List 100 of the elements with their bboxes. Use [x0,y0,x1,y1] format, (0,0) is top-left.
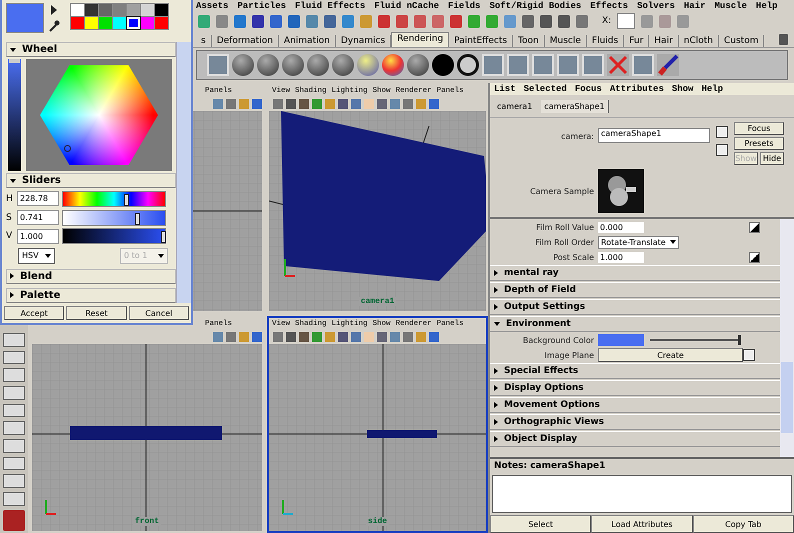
side-button[interactable]: Hide [760,152,784,165]
shelf-tab[interactable]: s [196,35,212,47]
bottom-button[interactable]: Copy Tab [692,515,794,533]
shelf-tab[interactable]: Fur [624,35,650,47]
notes-text-area[interactable] [492,475,792,513]
menu-item[interactable]: Muscle [714,1,747,11]
node-tab[interactable]: camera1 [494,100,536,112]
layout-icon[interactable] [3,492,25,506]
value-field[interactable]: 0.000 [598,222,644,232]
layout-icon[interactable] [3,404,25,418]
tool-icon[interactable] [378,14,390,28]
section-header[interactable]: mental ray [490,265,780,281]
render-window-icon[interactable] [557,54,579,76]
menu-item[interactable]: Effects [590,1,628,11]
shelf-tab[interactable]: Rendering [391,32,450,47]
color-swatch[interactable] [99,4,112,16]
color-swatch[interactable] [127,17,140,29]
color-swatch[interactable] [141,4,154,16]
slider-handle[interactable] [124,194,129,206]
channel-value-field[interactable]: 228.78 [17,191,59,206]
section-header[interactable]: Wheel [6,42,176,58]
channel-value-field[interactable]: 1.000 [17,228,59,244]
tool-icon[interactable] [450,14,462,28]
sphere-icon[interactable] [282,54,304,76]
create-button[interactable]: Create [598,348,743,362]
color-swatch[interactable] [141,17,154,29]
section-header[interactable]: Environment [490,316,780,332]
color-swatch[interactable] [127,4,140,16]
color-swatch[interactable] [71,17,84,29]
shelf-tab[interactable]: Fluids [586,35,624,47]
tool-icon[interactable] [576,14,588,28]
trash-icon[interactable] [779,34,788,45]
color-swatch[interactable] [155,4,168,16]
layout-icon[interactable] [3,421,25,435]
tool-icon[interactable] [396,14,408,28]
tool-icon[interactable] [252,14,264,28]
slider-track[interactable] [650,335,740,345]
side-button[interactable]: Focus [734,122,784,135]
circle-icon[interactable] [432,54,454,76]
slider-handle[interactable] [134,212,140,225]
bottom-button[interactable]: Load Attributes [591,515,693,533]
channel-slider[interactable] [62,210,166,226]
channel-slider[interactable] [62,228,166,244]
dialog-button[interactable]: Cancel [128,306,189,320]
section-header[interactable]: Depth of Field [490,282,780,298]
node-tab[interactable]: cameraShape1 [541,100,609,112]
shelf-tab[interactable]: nCloth [678,35,719,47]
cross-icon[interactable] [607,54,629,76]
scrollbar[interactable] [780,219,794,457]
tool-icon[interactable] [540,14,552,28]
sphere-icon[interactable] [307,54,329,76]
menu-item[interactable]: Help [701,84,724,94]
channel-value-field[interactable]: 0.741 [17,210,59,226]
brush-icon[interactable] [657,54,679,76]
shelf-tab[interactable]: Toon [513,35,545,47]
tool-icon[interactable] [414,14,426,28]
shelf-tab[interactable]: PaintEffects [449,35,514,47]
section-header[interactable]: Blend [6,268,176,284]
layout-icon[interactable] [3,386,25,400]
slider-handle[interactable] [9,59,20,64]
value-field[interactable]: 1.000 [598,252,644,262]
sphere-icon[interactable] [232,54,254,76]
menu-item[interactable]: Help [756,1,778,11]
channel-slider[interactable] [62,190,166,207]
slider-handle[interactable] [161,231,166,244]
sphere-icon[interactable] [407,54,429,76]
mode-dropdown[interactable]: HSV [18,248,55,264]
shelf-tab[interactable]: Hair [649,35,679,47]
ring-icon[interactable] [457,54,479,76]
render-window-icon[interactable] [507,54,529,76]
render-window-icon[interactable] [207,54,229,76]
menu-item[interactable]: Particles [237,1,286,11]
camera-name-field[interactable]: cameraShape1 [598,128,710,143]
menu-item[interactable]: Fields [448,1,480,11]
layout-icon[interactable] [3,474,25,488]
layout-icon[interactable] [3,350,25,364]
menu-item[interactable]: List [494,84,516,94]
layout-icon[interactable] [3,438,25,453]
layout-icon[interactable] [3,456,25,470]
section-header[interactable]: Movement Options [490,397,780,413]
menu-item[interactable]: Solvers [637,1,675,11]
x-input-field[interactable] [617,13,636,29]
color-swatch[interactable] [598,334,644,346]
slider-handle[interactable] [738,335,741,345]
menu-item[interactable]: Show [672,84,694,94]
section-header[interactable]: Output Settings [490,299,780,315]
tool-icon[interactable] [288,14,300,28]
dialog-button[interactable]: Accept [4,306,64,320]
dialog-button[interactable]: Reset [66,306,127,320]
section-header[interactable]: Palette [6,288,176,304]
eyedropper-icon[interactable] [48,20,60,32]
menu-item[interactable]: Hair [684,1,706,11]
rainbow-sphere-icon[interactable] [382,54,404,76]
sphere-icon[interactable] [257,54,279,76]
scrollbar-thumb[interactable] [781,362,793,434]
section-header[interactable]: Special Effects [490,363,780,379]
value-slider-track[interactable] [8,59,21,172]
color-swatch[interactable] [113,4,126,16]
scrollbar[interactable] [176,42,191,303]
layout-icon[interactable] [3,368,25,382]
